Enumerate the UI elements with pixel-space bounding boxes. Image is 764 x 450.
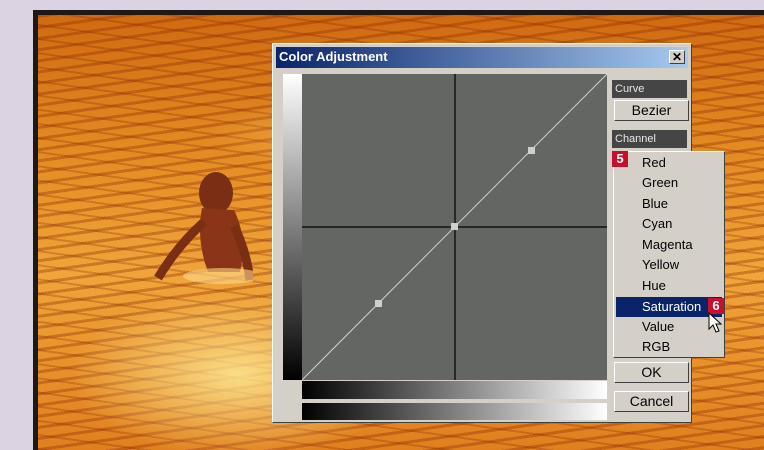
ok-button[interactable]: OK bbox=[614, 362, 689, 383]
close-icon: ✕ bbox=[671, 50, 683, 64]
curve-editor[interactable] bbox=[301, 73, 608, 381]
close-button[interactable]: ✕ bbox=[669, 50, 685, 64]
channel-item-hue[interactable]: Hue bbox=[616, 276, 722, 296]
channel-item-saturation[interactable]: Saturation bbox=[616, 297, 722, 317]
output-gradient-bar bbox=[283, 74, 302, 380]
channel-item-blue[interactable]: Blue bbox=[616, 194, 722, 214]
dialog-title: Color Adjustment bbox=[279, 49, 388, 64]
curve-control-point-high[interactable] bbox=[528, 147, 535, 154]
input-gradient-bar bbox=[302, 381, 607, 399]
channel-item-rgb[interactable]: RGB bbox=[616, 337, 722, 357]
swimmer-silhouette bbox=[154, 172, 253, 284]
channel-item-cyan[interactable]: Cyan bbox=[616, 214, 722, 234]
cancel-button[interactable]: Cancel bbox=[614, 391, 689, 412]
dialog-titlebar[interactable]: Color Adjustment ✕ bbox=[276, 47, 688, 68]
channel-item-yellow[interactable]: Yellow bbox=[616, 255, 722, 275]
channel-item-magenta[interactable]: Magenta bbox=[616, 235, 722, 255]
channel-item-red[interactable]: Red bbox=[616, 153, 722, 173]
channel-header: Channel bbox=[612, 130, 687, 148]
channel-item-value[interactable]: Value bbox=[616, 317, 722, 337]
bezier-button[interactable]: Bezier bbox=[614, 100, 689, 121]
channel-item-green[interactable]: Green bbox=[616, 173, 722, 193]
curve-graph[interactable] bbox=[301, 73, 608, 381]
curve-header: Curve bbox=[612, 80, 687, 98]
reference-gradient-bar bbox=[302, 403, 607, 420]
curve-control-point-low[interactable] bbox=[375, 300, 382, 307]
curve-control-point-mid[interactable] bbox=[451, 223, 458, 230]
arrow-cursor-icon bbox=[708, 312, 723, 333]
callout-badge-5: 5 bbox=[612, 151, 628, 167]
